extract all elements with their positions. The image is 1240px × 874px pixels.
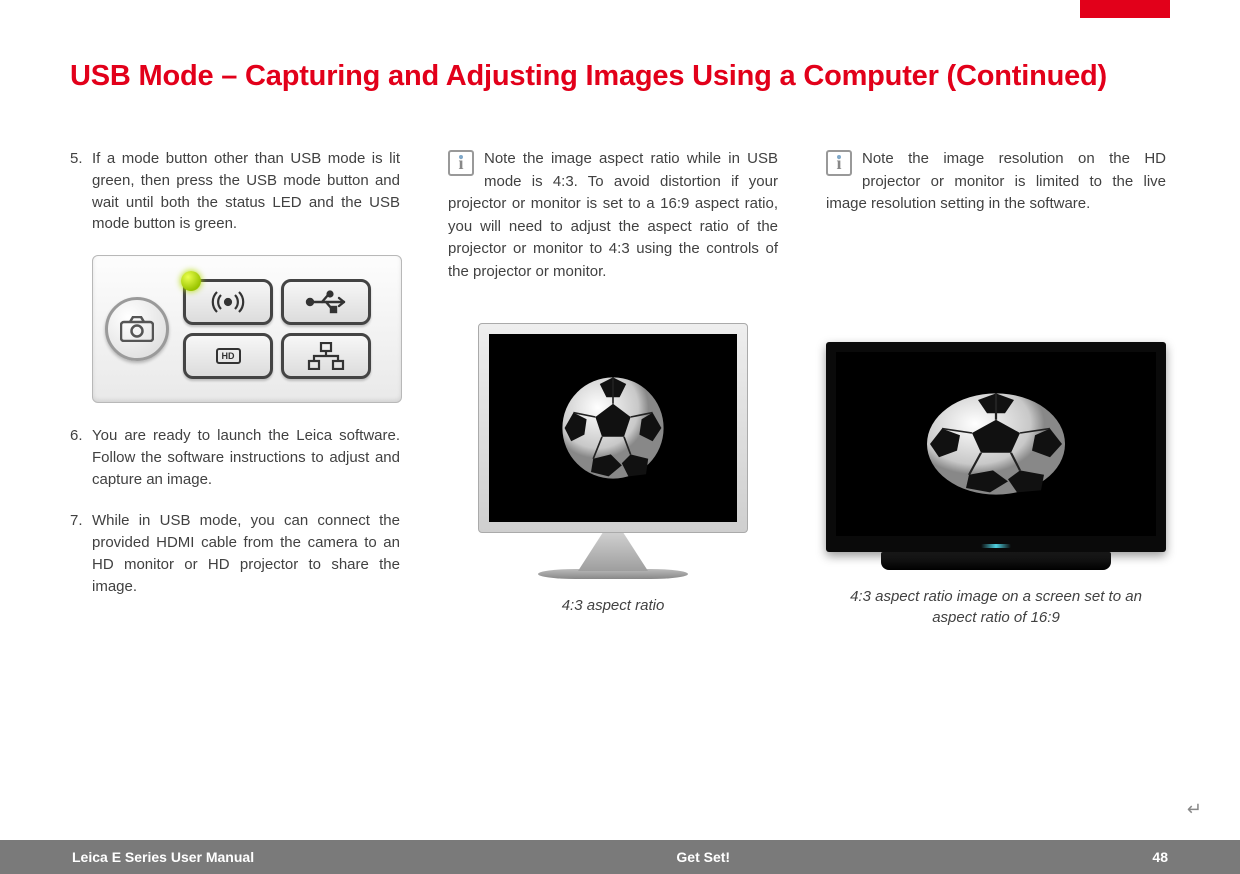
status-led-icon [181, 271, 201, 291]
monitor-stand [578, 533, 648, 571]
tv-stand [881, 552, 1111, 570]
note-resolution: i Note the image resolution on the HD pr… [826, 148, 1166, 216]
tv-screen [836, 352, 1156, 536]
info-icon: i [448, 150, 474, 176]
hd-chip-label: HD [216, 348, 241, 364]
soccer-ball-stretched-icon [921, 389, 1071, 499]
page-title: USB Mode – Capturing and Adjusting Image… [70, 60, 1170, 93]
tv-16-9-illustration [826, 342, 1166, 570]
step-text: If a mode button other than USB mode is … [92, 148, 400, 235]
footer-page-number: 48 [1152, 849, 1168, 865]
step-number: 7. [70, 510, 92, 597]
column-left: 5. If a mode button other than USB mode … [70, 148, 400, 628]
monitor-4-3-illustration [478, 323, 748, 579]
tv-power-light [981, 544, 1011, 548]
info-icon: i [826, 150, 852, 176]
footer-section: Get Set! [254, 849, 1152, 865]
network-mode-icon [281, 333, 371, 379]
footer-manual-title: Leica E Series User Manual [72, 849, 254, 865]
return-icon: ↵ [1187, 799, 1202, 820]
usb-mode-icon [281, 279, 371, 325]
camera-panel-illustration: HD [92, 255, 402, 403]
column-middle: i Note the image aspect ratio while in U… [448, 148, 778, 628]
note-aspect-ratio: i Note the image aspect ratio while in U… [448, 148, 778, 283]
monitor-frame [478, 323, 748, 533]
step-text: You are ready to launch the Leica softwa… [92, 425, 400, 490]
brand-tab [1080, 0, 1170, 18]
step-6: 6. You are ready to launch the Leica sof… [70, 425, 400, 490]
mode-buttons: HD [183, 279, 371, 379]
step-5: 5. If a mode button other than USB mode … [70, 148, 400, 235]
page-body: USB Mode – Capturing and Adjusting Image… [0, 0, 1240, 628]
note-text: Note the image resolution on the HD proj… [826, 150, 1166, 212]
step-text: While in USB mode, you can connect the p… [92, 510, 400, 597]
tv-frame [826, 342, 1166, 552]
step-7: 7. While in USB mode, you can connect th… [70, 510, 400, 597]
step-number: 5. [70, 148, 92, 235]
caption-4-3: 4:3 aspect ratio [448, 595, 778, 616]
note-text: Note the image aspect ratio while in USB… [448, 150, 778, 280]
capture-button-icon [105, 297, 169, 361]
column-right: i Note the image resolution on the HD pr… [826, 148, 1166, 628]
step-number: 6. [70, 425, 92, 490]
hd-mode-icon: HD [183, 333, 273, 379]
caption-16-9: 4:3 aspect ratio image on a screen set t… [826, 586, 1166, 628]
page-footer: Leica E Series User Manual Get Set! 48 [0, 840, 1240, 874]
content-columns: 5. If a mode button other than USB mode … [70, 148, 1170, 628]
soccer-ball-icon [558, 373, 668, 483]
monitor-screen [489, 334, 737, 522]
